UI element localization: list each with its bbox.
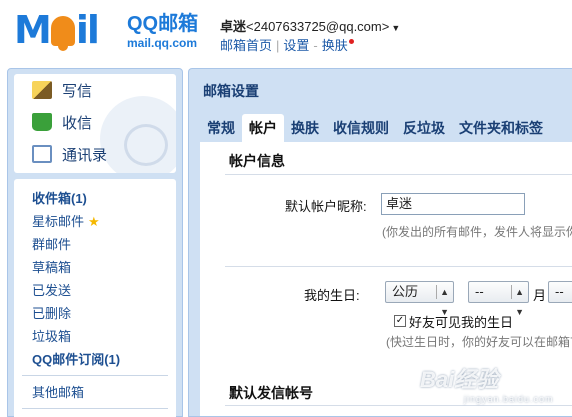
inbox-download-icon	[32, 113, 52, 131]
birthday-label: 我的生日:	[304, 288, 360, 303]
divider	[22, 375, 168, 376]
calendar-type-value: 公历	[392, 284, 419, 299]
contacts-button[interactable]: 通讯录	[14, 138, 176, 170]
compose-button[interactable]: 写信	[14, 74, 176, 106]
receive-button[interactable]: 收信	[14, 106, 176, 138]
qqmail-logo[interactable]: Mil	[14, 8, 100, 52]
divider	[225, 174, 572, 175]
contacts-icon	[32, 145, 52, 163]
updown-arrows-icon: ▲ ▼	[515, 287, 524, 317]
folder-inbox[interactable]: 收件箱(1)	[14, 187, 176, 210]
nickname-input[interactable]: 卓迷	[381, 193, 525, 215]
month-unit: 月	[533, 288, 547, 303]
baidu-jingyan-watermark: Bai经验 jingyan.baidu.com	[420, 362, 554, 404]
user-email: <2407633725@qq.com>	[246, 19, 390, 34]
folder-list: 收件箱(1) 星标邮件 ★ 群邮件 草稿箱 已发送 已删除 垃圾箱 QQ邮件订阅(…	[14, 179, 176, 417]
folder-starred[interactable]: 星标邮件 ★	[14, 210, 176, 233]
settings-tabs: 常规 帐户 换肤 收信规则 反垃圾 文件夹和标签	[200, 114, 550, 142]
link-change-skin[interactable]: 换肤	[322, 38, 348, 53]
tab-account[interactable]: 帐户	[242, 114, 284, 142]
sidebar: 写信 收信 通讯录 收件箱(1) 星标邮件 ★ 群邮件 草稿箱 已发送 已删除 垃…	[7, 68, 183, 417]
quick-actions: 写信 收信 通讯录	[14, 74, 176, 173]
divider	[511, 285, 512, 299]
page-title: 邮箱设置	[203, 83, 259, 99]
folder-subscriptions[interactable]: QQ邮件订阅(1)	[14, 348, 176, 371]
friends-see-birthday-label[interactable]: 好友可见我的生日	[409, 312, 513, 331]
link-settings[interactable]: 设置	[283, 38, 309, 53]
divider: -	[313, 38, 318, 53]
nickname-hint: (你发出的所有邮件，发件人将显示你的昵称)	[382, 225, 572, 239]
section-account-info: 帐户信息	[229, 153, 285, 169]
contacts-label: 通讯录	[62, 146, 108, 164]
user-name: 卓迷	[220, 19, 247, 34]
calendar-type-select[interactable]: 公历 ▲ ▼	[385, 281, 454, 317]
birthday-hint: (快过生日时，你的好友可以在邮箱首页看到提醒)	[386, 335, 572, 349]
nickname-label: 默认帐户昵称:	[285, 199, 367, 214]
folder-other-mailboxes[interactable]: 其他邮箱	[14, 381, 176, 404]
divider	[436, 285, 437, 299]
chevron-down-icon[interactable]: ▼	[391, 23, 400, 33]
link-mail-home[interactable]: 邮箱首页	[220, 38, 272, 53]
tab-anti-spam[interactable]: 反垃圾	[396, 114, 452, 142]
section-default-sender: 默认发信帐号	[229, 385, 313, 401]
tab-receive-rules[interactable]: 收信规则	[326, 114, 396, 142]
watermark-url: jingyan.baidu.com	[464, 394, 554, 404]
logo-mark: Mil	[14, 8, 100, 52]
folder-group-mail[interactable]: 群邮件	[14, 233, 176, 256]
folder-spam[interactable]: 垃圾箱	[14, 325, 176, 348]
star-icon: ★	[88, 214, 100, 229]
compose-label: 写信	[62, 82, 93, 100]
folder-starred-label: 星标邮件	[32, 214, 85, 229]
logo-text: QQ邮箱 mail.qq.com	[127, 12, 217, 50]
divider	[225, 405, 572, 406]
tab-general[interactable]: 常规	[200, 114, 242, 142]
header: Mil QQ邮箱 mail.qq.com 卓迷<2407633725@qq.co…	[0, 0, 572, 66]
divider	[22, 408, 168, 409]
watermark-text: Bai经验	[420, 367, 499, 392]
birth-day-select[interactable]: --	[548, 281, 572, 303]
birth-month-value: --	[475, 284, 484, 299]
divider: |	[276, 38, 280, 53]
receive-label: 收信	[62, 114, 93, 132]
divider	[225, 266, 572, 267]
tab-folders-labels[interactable]: 文件夹和标签	[452, 114, 550, 142]
user-account[interactable]: 卓迷<2407633725@qq.com> ▼	[220, 16, 400, 35]
folder-deleted[interactable]: 已删除	[14, 302, 176, 325]
write-icon	[32, 81, 52, 99]
friends-see-birthday-checkbox[interactable]: ✓	[394, 315, 406, 327]
birth-day-value: --	[555, 284, 564, 299]
tab-skin[interactable]: 换肤	[284, 114, 326, 142]
folder-sent[interactable]: 已发送	[14, 279, 176, 302]
folder-drafts[interactable]: 草稿箱	[14, 256, 176, 279]
bell-icon	[50, 16, 75, 51]
header-links: 邮箱首页 | 设置 - 换肤	[220, 35, 354, 54]
logo-url: mail.qq.com	[127, 36, 198, 50]
birth-month-select[interactable]: -- ▲ ▼	[468, 281, 529, 317]
logo-title: QQ邮箱	[127, 13, 199, 35]
notification-dot-icon	[348, 39, 354, 44]
